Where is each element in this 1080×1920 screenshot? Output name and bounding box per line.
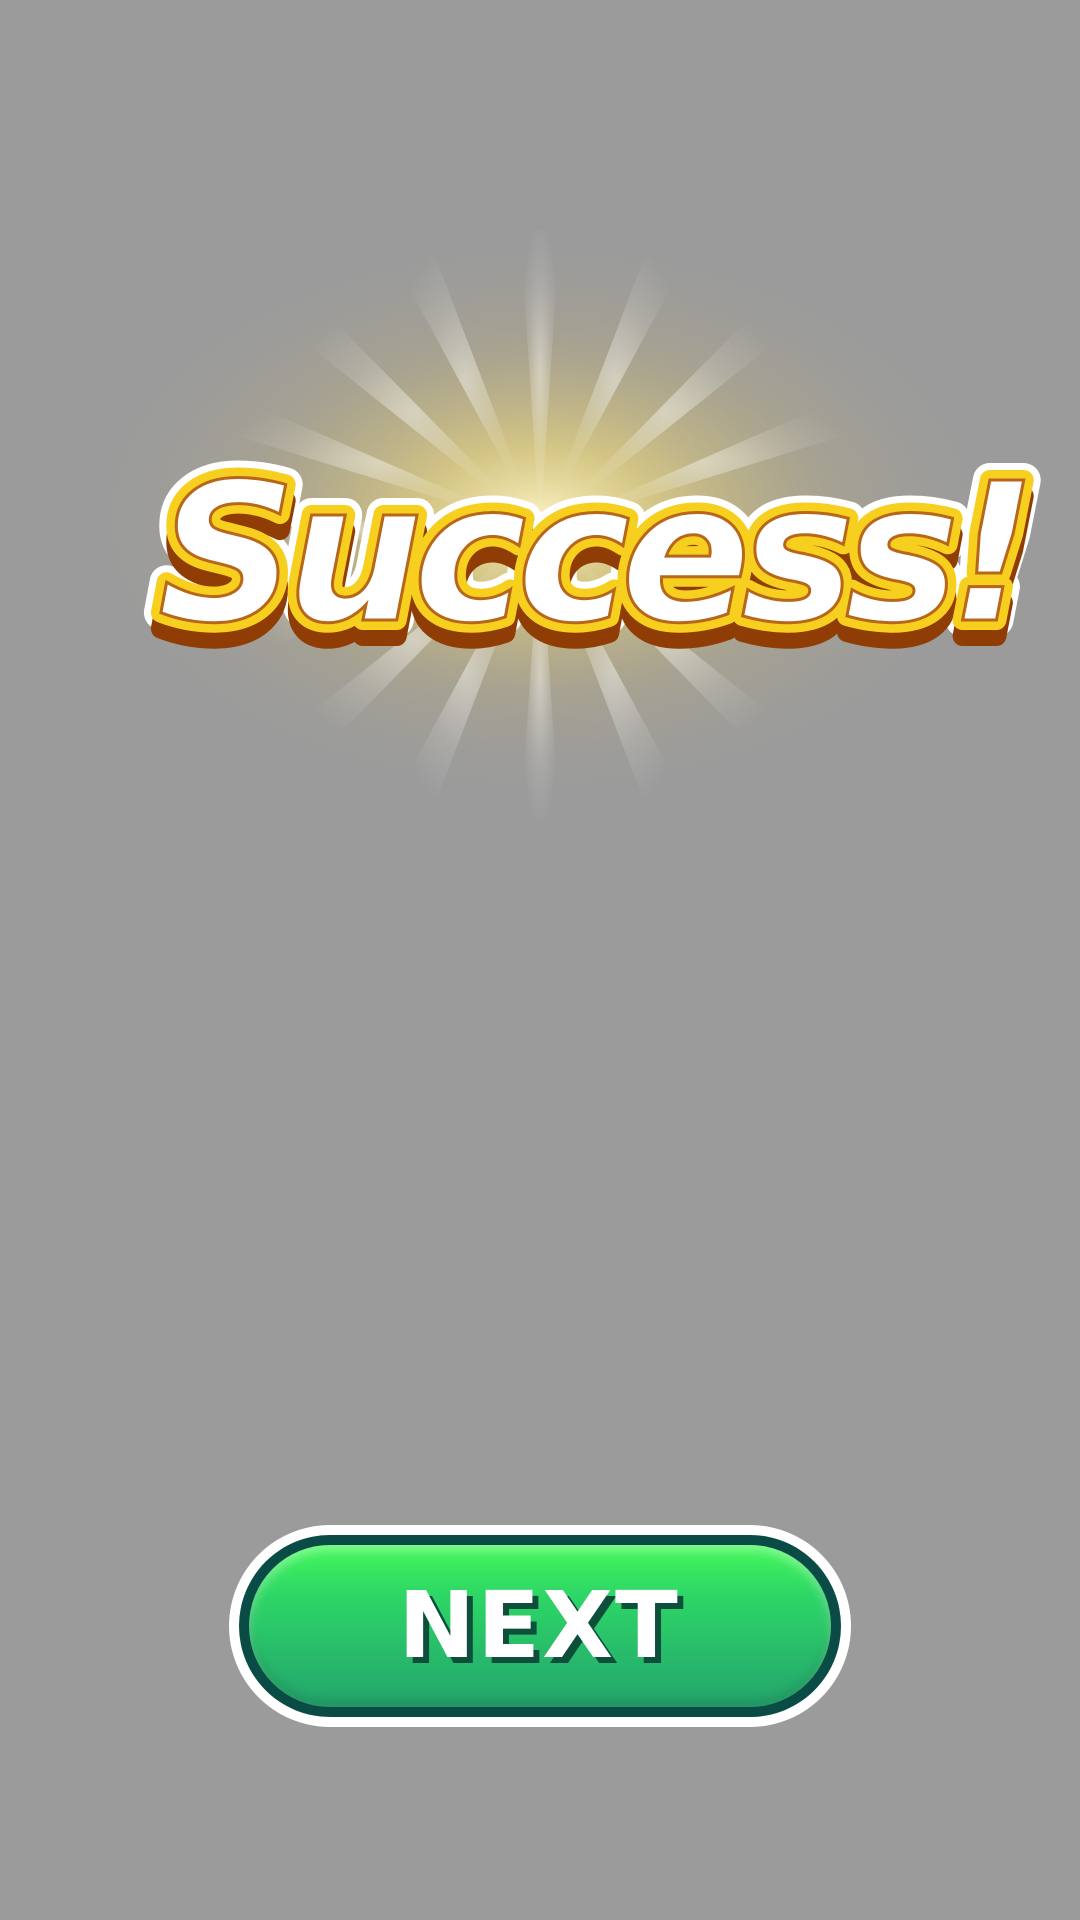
title-text: Success! <box>158 443 1027 666</box>
next-button-label: NEXT <box>398 1572 680 1679</box>
next-button[interactable]: NEXT NEXT <box>229 1525 851 1727</box>
success-title: Success! Success! Success! Success! <box>141 426 1054 692</box>
next-button-face: NEXT NEXT <box>249 1545 831 1707</box>
next-button-rim: NEXT NEXT <box>239 1535 841 1717</box>
success-screen: Success! Success! Success! Success! NEXT… <box>0 0 1080 1920</box>
